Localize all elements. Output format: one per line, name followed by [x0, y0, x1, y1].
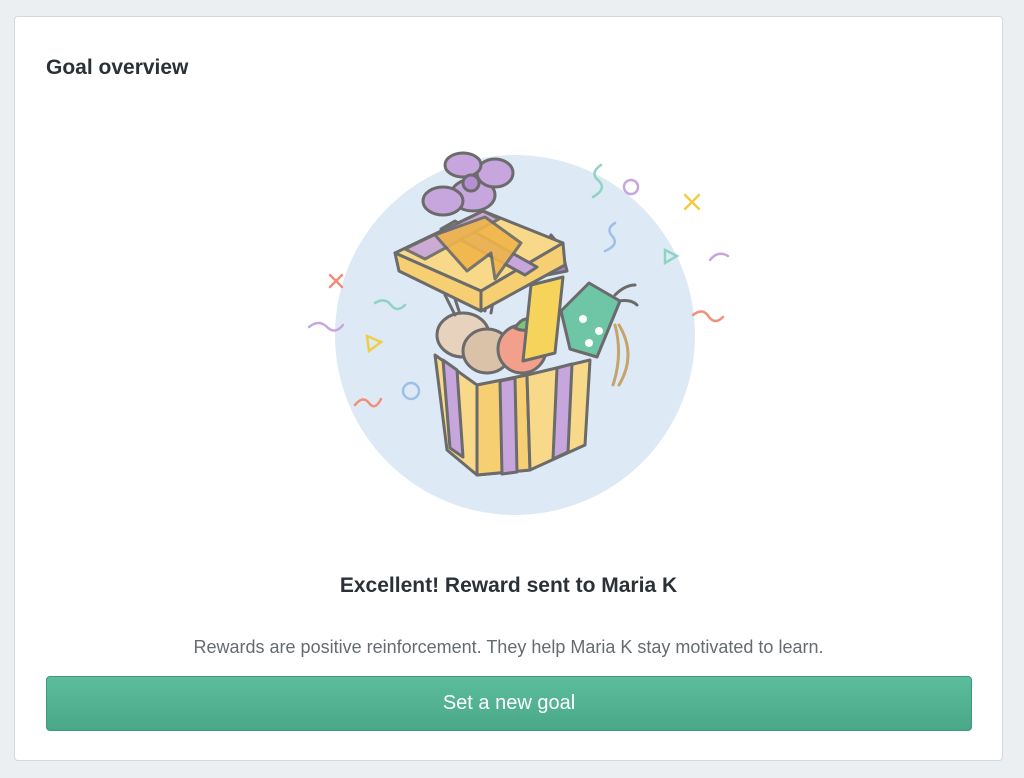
gift-box-illustration: [307, 151, 730, 515]
reward-description: Rewards are positive reinforcement. They…: [193, 637, 824, 657]
goal-overview-card: Goal overview Excellent! Reward sent to …: [14, 16, 1003, 761]
reward-confirmation-headline: Excellent! Reward sent to Maria K: [339, 574, 678, 597]
card-title: Goal overview: [46, 56, 189, 79]
set-new-goal-button[interactable]: Set a new goal: [46, 676, 972, 731]
